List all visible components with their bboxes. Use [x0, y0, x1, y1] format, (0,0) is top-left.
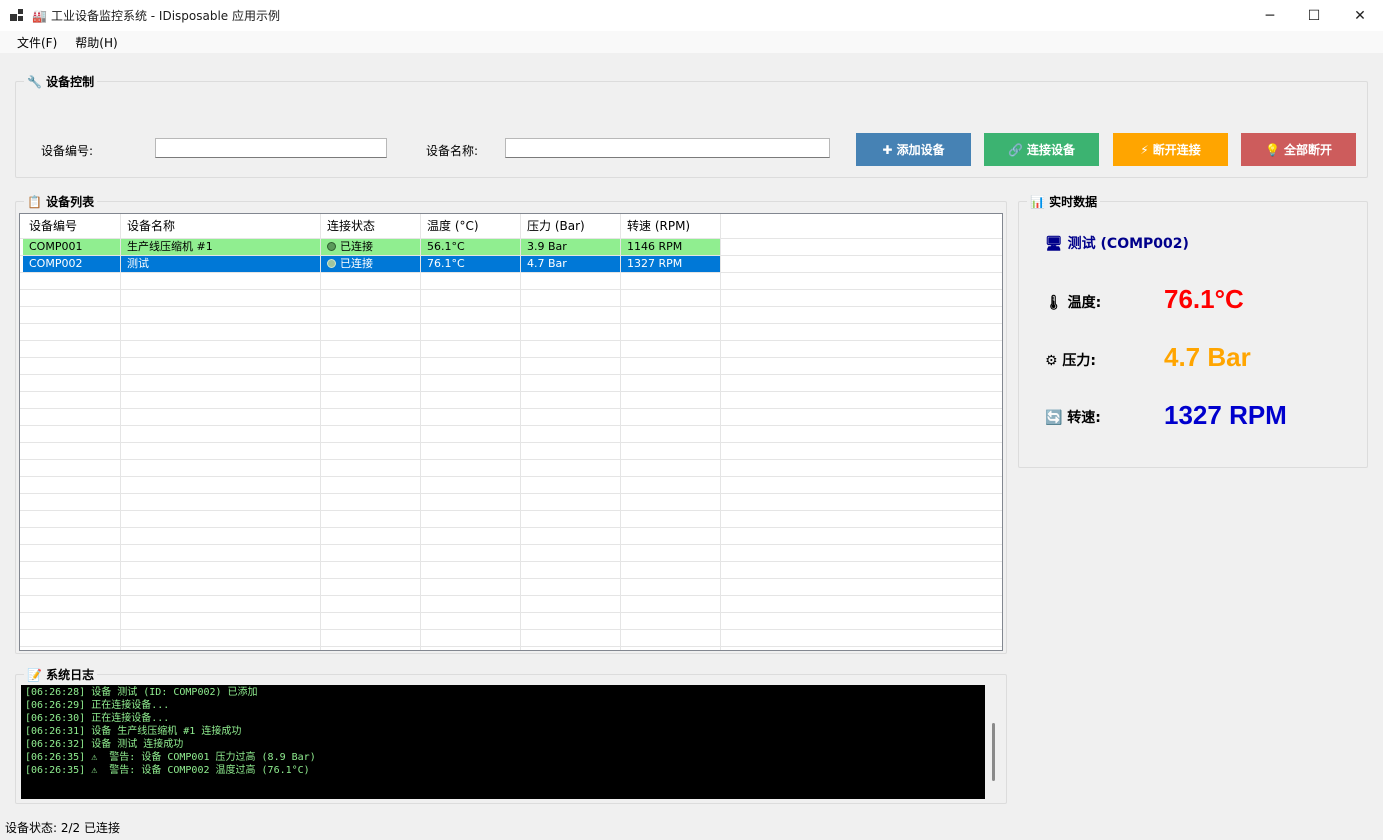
empty-grid-row — [20, 613, 1002, 630]
log-line: [06:26:29] 正在连接设备... — [25, 700, 170, 711]
empty-grid-row — [20, 324, 1002, 341]
col-header-temperature[interactable]: 温度 (°C) — [421, 214, 521, 239]
grid-header: 设备编号 设备名称 连接状态 温度 (°C) 压力 (Bar) 转速 (RPM) — [20, 214, 1002, 239]
status-dot-icon — [327, 242, 336, 251]
status-bar: 设备状态: 2/2 已连接 — [0, 818, 1383, 840]
empty-grid-row — [20, 511, 1002, 528]
empty-grid-row — [20, 460, 1002, 477]
close-button[interactable]: ✕ — [1337, 0, 1383, 31]
log-line: [06:26:35] ⚠ 警告: 设备 COMP002 温度过高 (76.1°C… — [25, 765, 310, 776]
device-id-input[interactable] — [155, 138, 387, 158]
cell-speed: 1327 RPM — [621, 256, 721, 273]
status-dot-icon — [327, 259, 336, 268]
empty-grid-row — [20, 545, 1002, 562]
cell-status: 已连接 — [321, 239, 421, 256]
device-control-title: 🔧 设备控制 — [24, 73, 98, 90]
pressure-value: 4.7 Bar — [1164, 342, 1251, 372]
log-line: [06:26:32] 设备 测试 连接成功 — [25, 739, 184, 750]
empty-grid-row — [20, 494, 1002, 511]
cell-temperature: 56.1°C — [421, 239, 521, 256]
add-device-button[interactable]: ✚ 添加设备 — [856, 133, 971, 166]
empty-grid-row — [20, 307, 1002, 324]
realtime-title: 📊 实时数据 — [1027, 193, 1101, 210]
cell-name: 生产线压缩机 #1 — [121, 239, 321, 256]
empty-grid-row — [20, 477, 1002, 494]
log-line: [06:26:35] ⚠ 警告: 设备 COMP001 压力过高 (8.9 Ba… — [25, 752, 316, 763]
empty-grid-row — [20, 562, 1002, 579]
app-icon — [10, 8, 24, 23]
speed-label: 🔄 转速: — [1045, 410, 1101, 426]
speed-value: 1327 RPM — [1164, 400, 1287, 430]
col-header-status[interactable]: 连接状态 — [321, 214, 421, 239]
empty-grid-row — [20, 341, 1002, 358]
cell-status: 已连接 — [321, 256, 421, 273]
empty-grid-row — [20, 579, 1002, 596]
cell-pressure: 4.7 Bar — [521, 256, 621, 273]
empty-grid-row — [20, 528, 1002, 545]
minimize-button[interactable]: ─ — [1247, 0, 1293, 31]
system-log-title: 📝 系统日志 — [24, 666, 98, 683]
empty-grid-row — [20, 443, 1002, 460]
empty-grid-row — [20, 647, 1002, 650]
window-title: 工业设备监控系统 - IDisposable 应用示例 — [50, 9, 280, 23]
factory-icon: 🏭 — [32, 8, 47, 23]
col-header-name[interactable]: 设备名称 — [121, 214, 321, 239]
log-line: [06:26:28] 设备 测试 (ID: COMP002) 已添加 — [25, 687, 258, 698]
cell-id: COMP002 — [23, 256, 121, 273]
maximize-button[interactable]: ☐ — [1291, 0, 1337, 31]
table-row-selected[interactable]: COMP002 测试 已连接 76.1°C 4.7 Bar 1327 RPM — [20, 256, 1002, 273]
device-name-label: 设备名称: — [426, 144, 479, 158]
empty-grid-row — [20, 630, 1002, 647]
menu-help[interactable]: 帮助(H) — [66, 34, 126, 51]
device-name-input[interactable] — [505, 138, 830, 158]
empty-grid-row — [20, 392, 1002, 409]
device-id-label: 设备编号: — [41, 144, 94, 158]
connect-device-button[interactable]: 🔗 连接设备 — [984, 133, 1099, 166]
pressure-label: ⚙ 压力: — [1045, 353, 1097, 369]
empty-rows — [20, 273, 1002, 650]
empty-grid-row — [20, 358, 1002, 375]
temperature-label: 🌡 温度: — [1045, 295, 1102, 311]
device-list-title: 📋 设备列表 — [24, 193, 98, 210]
log-scrollbar[interactable] — [985, 685, 1003, 799]
cell-temperature: 76.1°C — [421, 256, 521, 273]
empty-grid-row — [20, 375, 1002, 392]
cell-id: COMP001 — [23, 239, 121, 256]
log-scroll-thumb[interactable] — [992, 723, 995, 781]
col-header-pressure[interactable]: 压力 (Bar) — [521, 214, 621, 239]
col-header-speed[interactable]: 转速 (RPM) — [621, 214, 721, 239]
empty-grid-row — [20, 596, 1002, 613]
empty-grid-row — [20, 426, 1002, 443]
title-bar: 🏭 工业设备监控系统 - IDisposable 应用示例 ─ ☐ ✕ — [0, 0, 1383, 31]
temperature-value: 76.1°C — [1164, 284, 1244, 314]
menu-bar: 文件(F) 帮助(H) — [0, 31, 1383, 53]
table-row[interactable]: COMP001 生产线压缩机 #1 已连接 56.1°C 3.9 Bar 114… — [20, 239, 1002, 256]
log-textbox[interactable]: [06:26:28] 设备 测试 (ID: COMP002) 已添加 [06:26… — [21, 685, 985, 799]
empty-grid-row — [20, 409, 1002, 426]
log-line: [06:26:30] 正在连接设备... — [25, 713, 170, 724]
log-line: [06:26:31] 设备 生产线压缩机 #1 连接成功 — [25, 726, 242, 737]
disconnect-all-button[interactable]: 💡 全部断开 — [1241, 133, 1356, 166]
cell-name: 测试 — [121, 256, 321, 273]
device-grid[interactable]: 设备编号 设备名称 连接状态 温度 (°C) 压力 (Bar) 转速 (RPM)… — [19, 213, 1003, 651]
realtime-device-title: 🖥 测试 (COMP002) — [1045, 236, 1189, 252]
empty-grid-row — [20, 290, 1002, 307]
cell-speed: 1146 RPM — [621, 239, 721, 256]
cell-pressure: 3.9 Bar — [521, 239, 621, 256]
empty-grid-row — [20, 273, 1002, 290]
disconnect-button[interactable]: ⚡ 断开连接 — [1113, 133, 1228, 166]
menu-file[interactable]: 文件(F) — [8, 34, 66, 51]
col-header-id[interactable]: 设备编号 — [23, 214, 121, 239]
